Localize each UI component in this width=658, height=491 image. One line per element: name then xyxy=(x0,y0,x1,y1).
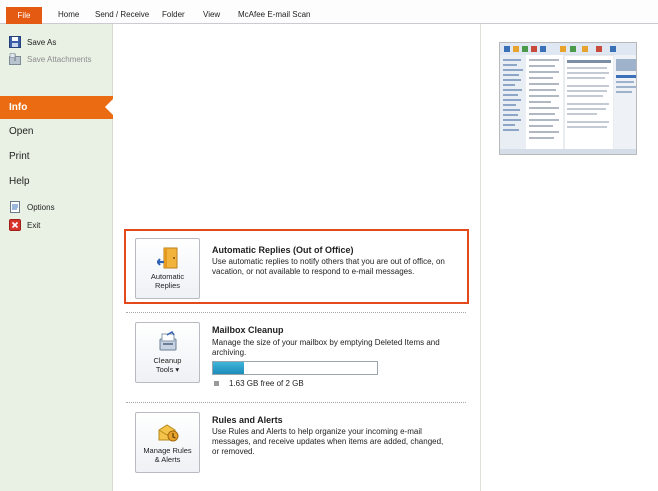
tab-file[interactable]: File xyxy=(6,7,42,24)
nav-save-attachments[interactable]: Save Attachments xyxy=(0,53,113,65)
manage-rules-alerts-button-label: Manage Rules & Alerts xyxy=(143,446,192,464)
tab-view[interactable]: View xyxy=(203,8,220,22)
nav-open[interactable]: Open xyxy=(9,126,33,137)
rules-alerts-icon xyxy=(157,421,179,443)
cleanup-tools-icon xyxy=(157,331,179,353)
nav-label: Options xyxy=(27,202,55,212)
tab-send-receive[interactable]: Send / Receive xyxy=(95,8,149,22)
automatic-replies-description: Use automatic replies to notify others t… xyxy=(212,257,445,276)
account-preview-thumbnail xyxy=(499,42,637,155)
nav-print[interactable]: Print xyxy=(9,151,30,162)
cleanup-tools-button[interactable]: Cleanup Tools ▾ xyxy=(135,322,200,383)
cleanup-tools-button-label: Cleanup Tools ▾ xyxy=(153,356,182,374)
nav-info-label: Info xyxy=(9,102,28,113)
nav-save-as[interactable]: Save As xyxy=(0,36,113,48)
section-divider xyxy=(126,312,466,313)
automatic-replies-title: Automatic Replies (Out of Office) xyxy=(212,245,354,255)
mailbox-cleanup-description: Manage the size of your mailbox by empty… xyxy=(212,338,440,357)
ribbon-tab-bar: File Home Send / Receive Folder View McA… xyxy=(0,0,658,24)
section-divider xyxy=(126,402,466,403)
backstage-nav: Save As Save Attachments Info Open Print… xyxy=(0,24,113,491)
nav-options[interactable]: Options xyxy=(0,201,113,213)
nav-label: Save Attachments xyxy=(27,54,92,64)
free-space-marker xyxy=(214,381,219,386)
mailbox-free-space: 1.63 GB free of 2 GB xyxy=(229,379,304,388)
manage-rules-alerts-button[interactable]: Manage Rules & Alerts xyxy=(135,412,200,473)
mailbox-usage-fill xyxy=(213,362,245,374)
rules-alerts-description: Use Rules and Alerts to help organize yo… xyxy=(212,427,444,456)
nav-label: Save As xyxy=(27,37,57,47)
preview-pane xyxy=(481,24,658,491)
automatic-replies-button[interactable]: Automatic Replies xyxy=(135,238,200,299)
nav-info[interactable]: Info xyxy=(0,96,122,119)
save-attachments-icon xyxy=(9,53,21,65)
automatic-replies-button-label: Automatic Replies xyxy=(150,272,185,290)
door-arrow-icon xyxy=(156,247,179,269)
nav-label: Exit xyxy=(27,220,41,230)
rules-alerts-title: Rules and Alerts xyxy=(212,415,283,425)
tab-home[interactable]: Home xyxy=(58,8,79,22)
nav-exit[interactable]: Exit xyxy=(0,219,113,231)
options-icon xyxy=(9,201,21,213)
mailbox-usage-bar xyxy=(212,361,378,375)
nav-help[interactable]: Help xyxy=(9,176,30,187)
tab-folder[interactable]: Folder xyxy=(162,8,185,22)
mailbox-cleanup-title: Mailbox Cleanup xyxy=(212,325,284,335)
exit-icon xyxy=(9,219,21,231)
tab-mcafee-email-scan[interactable]: McAfee E-mail Scan xyxy=(238,8,310,22)
save-as-icon xyxy=(9,36,21,48)
